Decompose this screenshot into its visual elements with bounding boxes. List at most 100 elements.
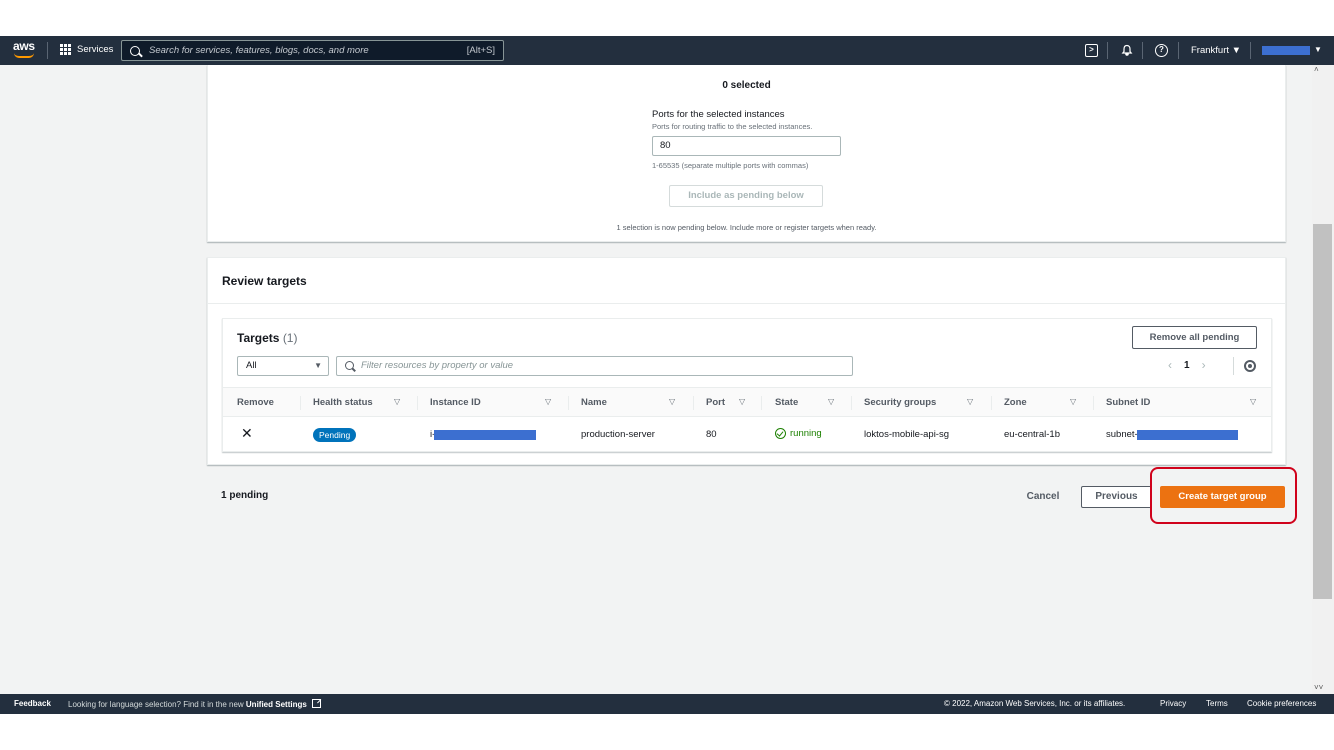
caret-down-icon: ▼ xyxy=(314,361,322,370)
column-header-instance-id[interactable]: Instance ID xyxy=(430,397,481,408)
language-note-text: Looking for language selection? Find it … xyxy=(68,700,244,709)
column-header-security-groups[interactable]: Security groups xyxy=(864,397,936,408)
sort-caret-icon[interactable]: ▽ xyxy=(828,397,834,406)
next-page-icon[interactable]: › xyxy=(1202,358,1206,372)
column-header-remove: Remove xyxy=(237,397,274,408)
language-note: Looking for language selection? Find it … xyxy=(68,699,322,709)
column-divider xyxy=(693,396,694,410)
column-divider xyxy=(1093,396,1094,410)
previous-page-icon[interactable]: ‹ xyxy=(1168,358,1172,372)
pagination: ‹ 1 › xyxy=(1168,358,1206,372)
zone-value: eu-central-1b xyxy=(1004,429,1060,440)
pager-divider xyxy=(1233,357,1234,375)
filter-placeholder: Filter resources by property or value xyxy=(361,360,514,371)
column-divider xyxy=(300,396,301,410)
instance-state-label: running xyxy=(790,428,822,439)
table-row: ✕ Pending i- production-server 80 runnin… xyxy=(223,418,1271,451)
cancel-button[interactable]: Cancel xyxy=(1020,486,1066,508)
pending-count: 1 pending xyxy=(221,490,269,501)
column-header-subnet-id[interactable]: Subnet ID xyxy=(1106,397,1150,408)
ports-input[interactable]: 80 xyxy=(652,136,841,156)
services-grid-icon xyxy=(60,44,71,55)
instance-name: production-server xyxy=(581,429,655,440)
account-menu-redacted[interactable] xyxy=(1262,46,1310,55)
ports-description: Ports for routing traffic to the selecte… xyxy=(652,122,813,131)
notifications-bell-icon[interactable] xyxy=(1120,44,1133,57)
search-icon xyxy=(130,45,140,56)
unified-settings-link[interactable]: Unified Settings xyxy=(246,700,307,709)
selected-count: 0 selected xyxy=(722,80,771,91)
scrollbar-thumb[interactable] xyxy=(1313,224,1332,599)
sort-caret-icon[interactable]: ▽ xyxy=(669,397,675,406)
column-header-health-status[interactable]: Health status xyxy=(313,397,373,408)
targets-count: (1) xyxy=(282,331,298,345)
copyright-text: © 2022, Amazon Web Services, Inc. or its… xyxy=(944,699,1126,708)
instance-port: 80 xyxy=(706,429,717,440)
column-header-zone[interactable]: Zone xyxy=(1004,397,1027,408)
cloudshell-icon[interactable]: > xyxy=(1085,44,1098,57)
sort-caret-icon[interactable]: ▽ xyxy=(545,397,551,406)
remove-all-pending-button[interactable]: Remove all pending xyxy=(1132,326,1257,349)
scroll-up-icon[interactable]: ˄ xyxy=(1314,65,1319,74)
search-placeholder: Search for services, features, blogs, do… xyxy=(149,45,369,56)
sort-caret-icon[interactable]: ▽ xyxy=(1250,397,1256,406)
services-label: Services xyxy=(77,44,114,55)
filter-input[interactable]: Filter resources by property or value xyxy=(336,356,853,376)
column-divider xyxy=(568,396,569,410)
pending-note: 1 selection is now pending below. Includ… xyxy=(616,223,877,232)
privacy-link[interactable]: Privacy xyxy=(1160,699,1186,708)
review-targets-title: Review targets xyxy=(222,274,307,288)
previous-button[interactable]: Previous xyxy=(1081,486,1152,508)
column-divider xyxy=(851,396,852,410)
ports-hint: 1-65535 (separate multiple ports with co… xyxy=(652,161,809,170)
services-menu-button[interactable]: Services xyxy=(60,44,113,55)
ports-label: Ports for the selected instances xyxy=(652,109,785,120)
column-divider xyxy=(991,396,992,410)
gear-icon[interactable] xyxy=(1244,360,1256,372)
feedback-link[interactable]: Feedback xyxy=(14,699,51,708)
screen: aws Services Search for services, featur… xyxy=(0,0,1334,750)
help-icon[interactable]: ? xyxy=(1155,44,1168,57)
column-header-name[interactable]: Name xyxy=(581,397,607,408)
top-navigation-bar: aws Services Search for services, featur… xyxy=(0,36,1334,65)
remove-target-icon[interactable]: ✕ xyxy=(241,426,253,440)
targets-title: Targets (1) xyxy=(237,331,297,345)
register-targets-panel: 0 selected Ports for the selected instan… xyxy=(207,65,1286,242)
scroll-down-icon[interactable]: ˅˅ xyxy=(1314,683,1323,692)
terms-link[interactable]: Terms xyxy=(1206,699,1228,708)
sort-caret-icon[interactable]: ▽ xyxy=(739,397,745,406)
account-caret-icon[interactable]: ▼ xyxy=(1314,45,1322,54)
nav-divider xyxy=(1142,42,1143,59)
current-page-number[interactable]: 1 xyxy=(1184,360,1190,371)
global-search-input[interactable]: Search for services, features, blogs, do… xyxy=(121,40,504,61)
review-targets-panel: Review targets Targets (1) Remove all pe… xyxy=(207,257,1286,465)
subnet-id-redacted xyxy=(1137,430,1238,440)
search-shortcut: [Alt+S] xyxy=(466,45,495,56)
include-as-pending-button[interactable]: Include as pending below xyxy=(669,185,823,207)
region-selector[interactable]: Frankfurt ▼ xyxy=(1191,45,1241,56)
sort-caret-icon[interactable]: ▽ xyxy=(1070,397,1076,406)
column-divider xyxy=(761,396,762,410)
footer-bar: Feedback Looking for language selection?… xyxy=(0,694,1334,714)
column-divider xyxy=(417,396,418,410)
filter-select[interactable]: All ▼ xyxy=(237,356,329,376)
sort-caret-icon[interactable]: ▽ xyxy=(394,397,400,406)
nav-divider xyxy=(47,42,48,59)
targets-table-container: Targets (1) Remove all pending All ▼ Fil… xyxy=(222,318,1272,452)
aws-smile-icon xyxy=(14,53,34,58)
security-groups-value: loktos-mobile-api-sg xyxy=(864,429,950,440)
table-header: Remove Health status ▽ Instance ID ▽ Nam… xyxy=(223,387,1271,417)
filter-select-value: All xyxy=(246,360,257,371)
instance-state: running xyxy=(775,428,822,439)
column-header-port[interactable]: Port xyxy=(706,397,725,408)
nav-divider xyxy=(1250,42,1251,59)
search-icon xyxy=(345,361,354,370)
column-header-state[interactable]: State xyxy=(775,397,798,408)
nav-divider xyxy=(1107,42,1108,59)
bell-icon xyxy=(1121,44,1132,56)
aws-logo[interactable]: aws xyxy=(13,40,37,60)
sort-caret-icon[interactable]: ▽ xyxy=(967,397,973,406)
check-circle-icon xyxy=(775,428,786,439)
cookie-preferences-link[interactable]: Cookie preferences xyxy=(1247,699,1316,708)
highlight-annotation xyxy=(1150,467,1297,524)
